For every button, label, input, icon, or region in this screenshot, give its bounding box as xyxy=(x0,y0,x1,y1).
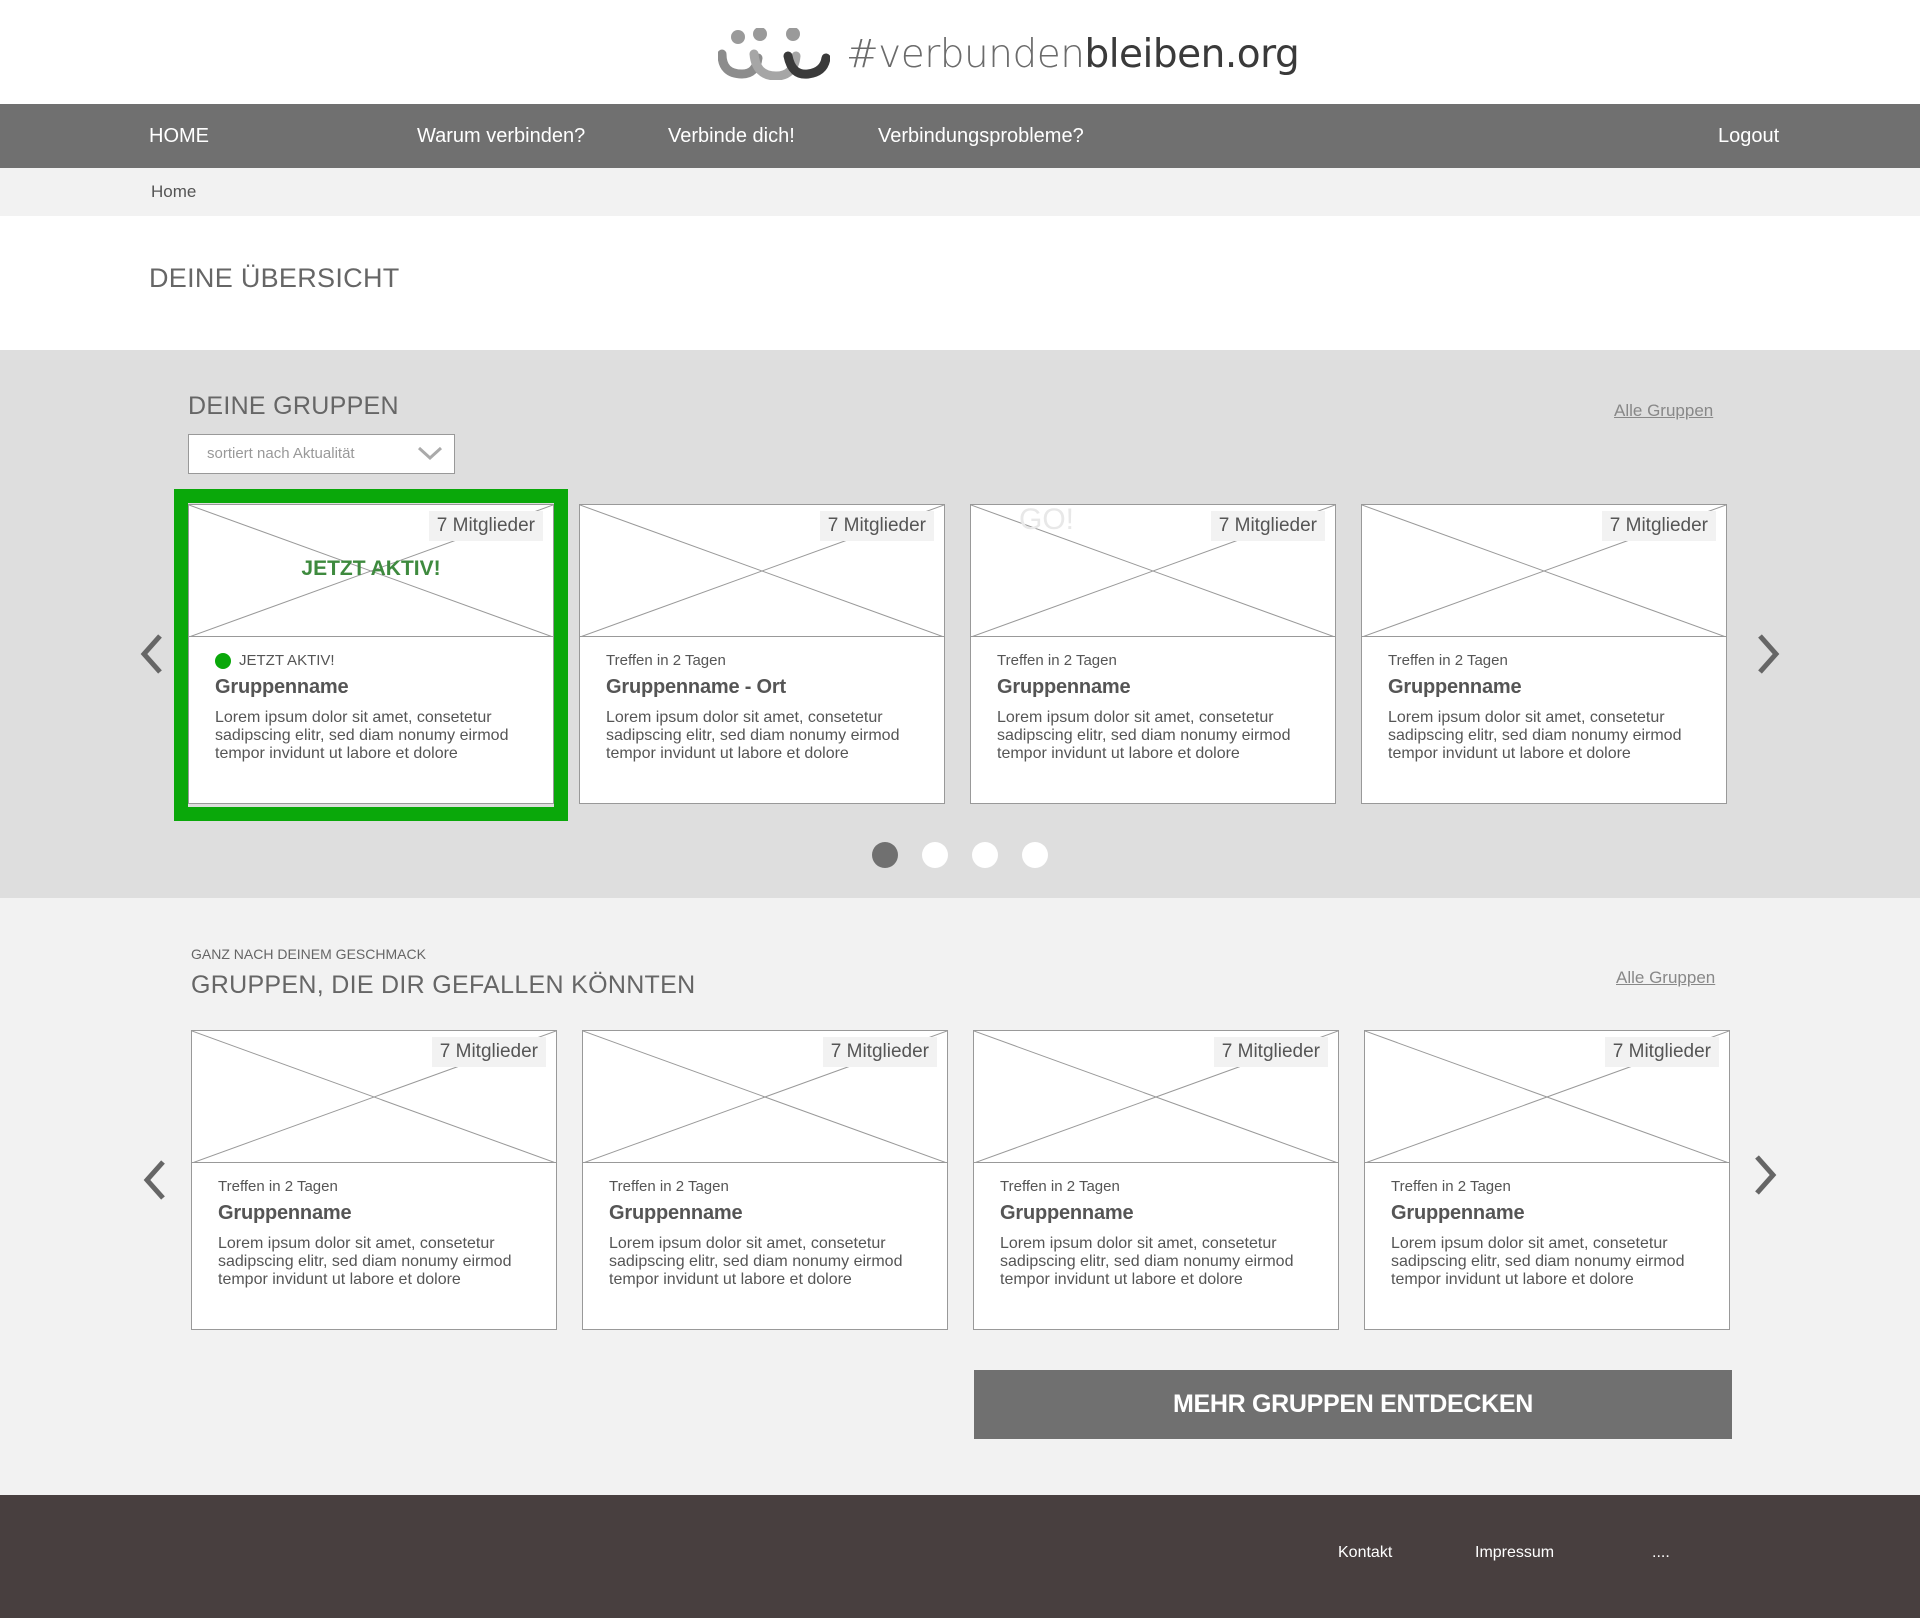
members-badge: 7 Mitglieder xyxy=(822,1037,937,1067)
card-group-name: Gruppenname xyxy=(997,676,1131,698)
sort-select-value: sortiert nach Aktualität xyxy=(207,445,355,462)
card-group-name: Gruppenname xyxy=(1388,676,1522,698)
card-image-placeholder: 7 Mitglieder xyxy=(580,505,944,637)
card-group-name: Gruppenname xyxy=(609,1202,743,1224)
site-header: #verbundenbleiben.org xyxy=(0,0,1920,104)
site-logo[interactable]: #verbundenbleiben.org xyxy=(718,24,1300,84)
card-description: Lorem ipsum dolor sit amet, consetetur s… xyxy=(609,1235,903,1288)
my-groups-title: DEINE GRUPPEN xyxy=(188,392,399,420)
chevron-right-icon[interactable] xyxy=(1749,1153,1781,1197)
nav-home[interactable]: HOME xyxy=(149,104,209,168)
card-meeting-info: Treffen in 2 Tagen xyxy=(609,1178,729,1195)
card-group-name: Gruppenname xyxy=(1000,1202,1134,1224)
footer-contact-link[interactable]: Kontakt xyxy=(1338,1495,1392,1611)
card-description: Lorem ipsum dolor sit amet, consetetur s… xyxy=(218,1235,512,1288)
pager-dot[interactable] xyxy=(972,842,998,868)
chevron-left-icon[interactable] xyxy=(139,1158,171,1202)
chevron-left-icon[interactable] xyxy=(136,632,168,676)
members-badge: 7 Mitglieder xyxy=(1213,1037,1328,1067)
card-description: Lorem ipsum dolor sit amet, consetetur s… xyxy=(1388,709,1682,762)
pager-dot[interactable] xyxy=(872,842,898,868)
group-card[interactable]: 7 Mitglieder Treffen in 2 Tagen Gruppenn… xyxy=(579,504,945,804)
card-group-name: Gruppenname - Ort xyxy=(606,676,786,698)
group-card[interactable]: 7 Mitglieder Treffen in 2 Tagen Gruppenn… xyxy=(1361,504,1727,804)
group-card[interactable]: 7 Mitglieder Treffen in 2 Tagen Gruppenn… xyxy=(1364,1030,1730,1330)
carousel-pager xyxy=(872,842,1048,868)
nav-connection-problems[interactable]: Verbindungsprobleme? xyxy=(878,104,1084,168)
nav-connect[interactable]: Verbinde dich! xyxy=(668,104,795,168)
pager-dot[interactable] xyxy=(922,842,948,868)
footer-more-link[interactable]: .... xyxy=(1652,1495,1670,1611)
footer-imprint-link[interactable]: Impressum xyxy=(1475,1495,1554,1611)
card-image-placeholder: GO! 7 Mitglieder xyxy=(971,505,1335,637)
people-logo-icon xyxy=(718,28,830,80)
card-description: Lorem ipsum dolor sit amet, consetetur s… xyxy=(606,709,900,762)
card-description: Lorem ipsum dolor sit amet, consetetur s… xyxy=(1000,1235,1294,1288)
sort-select[interactable]: sortiert nach Aktualität xyxy=(188,434,455,474)
recommended-all-link[interactable]: Alle Gruppen xyxy=(1616,968,1715,988)
card-meeting-info: Treffen in 2 Tagen xyxy=(1391,1178,1511,1195)
members-badge: 7 Mitglieder xyxy=(1601,511,1716,541)
card-description: Lorem ipsum dolor sit amet, consetetur s… xyxy=(997,709,1291,762)
breadcrumb: Home xyxy=(0,168,1920,216)
my-groups-all-link[interactable]: Alle Gruppen xyxy=(1614,401,1713,421)
discover-more-groups-button[interactable]: MEHR GRUPPEN ENTDECKEN xyxy=(974,1370,1732,1439)
card-meeting-info: Treffen in 2 Tagen xyxy=(1000,1178,1120,1195)
group-card[interactable]: 7 Mitglieder Treffen in 2 Tagen Gruppenn… xyxy=(582,1030,948,1330)
chevron-down-icon xyxy=(417,446,443,461)
card-image-placeholder: 7 Mitglieder xyxy=(1362,505,1726,637)
card-group-name: Gruppenname xyxy=(218,1202,352,1224)
members-badge: 7 Mitglieder xyxy=(819,511,934,541)
members-badge: 7 Mitglieder xyxy=(431,1037,546,1067)
pager-dot[interactable] xyxy=(1022,842,1048,868)
card-group-name: Gruppenname xyxy=(1391,1202,1525,1224)
site-footer: Kontakt Impressum .... xyxy=(0,1495,1920,1618)
members-badge: 7 Mitglieder xyxy=(1210,511,1325,541)
main-nav: HOME Warum verbinden? Verbinde dich! Ver… xyxy=(0,104,1920,168)
page-title: DEINE ÜBERSICHT xyxy=(149,263,400,293)
active-group-highlight xyxy=(174,489,568,821)
group-card[interactable]: 7 Mitglieder Treffen in 2 Tagen Gruppenn… xyxy=(973,1030,1339,1330)
card-image-placeholder: 7 Mitglieder xyxy=(583,1031,947,1163)
group-card[interactable]: GO! 7 Mitglieder Treffen in 2 Tagen Grup… xyxy=(970,504,1336,804)
members-badge: 7 Mitglieder xyxy=(1604,1037,1719,1067)
go-overlay-label: GO! xyxy=(1019,505,1075,536)
logo-text-light: #verbunden xyxy=(846,31,1085,77)
chevron-right-icon[interactable] xyxy=(1752,632,1784,676)
card-image-placeholder: 7 Mitglieder xyxy=(1365,1031,1729,1163)
card-meeting-info: Treffen in 2 Tagen xyxy=(606,652,726,669)
card-meeting-info: Treffen in 2 Tagen xyxy=(997,652,1117,669)
breadcrumb-home[interactable]: Home xyxy=(151,168,196,216)
card-image-placeholder: 7 Mitglieder xyxy=(192,1031,556,1163)
nav-logout[interactable]: Logout xyxy=(1718,104,1779,168)
nav-why-connect[interactable]: Warum verbinden? xyxy=(417,104,585,168)
card-image-placeholder: 7 Mitglieder xyxy=(974,1031,1338,1163)
card-meeting-info: Treffen in 2 Tagen xyxy=(218,1178,338,1195)
recommended-subtitle: GANZ NACH DEINEM GESCHMACK xyxy=(191,946,426,962)
card-description: Lorem ipsum dolor sit amet, consetetur s… xyxy=(1391,1235,1685,1288)
card-meeting-info: Treffen in 2 Tagen xyxy=(1388,652,1508,669)
group-card[interactable]: 7 Mitglieder Treffen in 2 Tagen Gruppenn… xyxy=(191,1030,557,1330)
logo-text-dark: bleiben.org xyxy=(1084,31,1300,77)
recommended-title: GRUPPEN, DIE DIR GEFALLEN KÖNNTEN xyxy=(191,971,696,999)
logo-text: #verbundenbleiben.org xyxy=(846,31,1300,77)
